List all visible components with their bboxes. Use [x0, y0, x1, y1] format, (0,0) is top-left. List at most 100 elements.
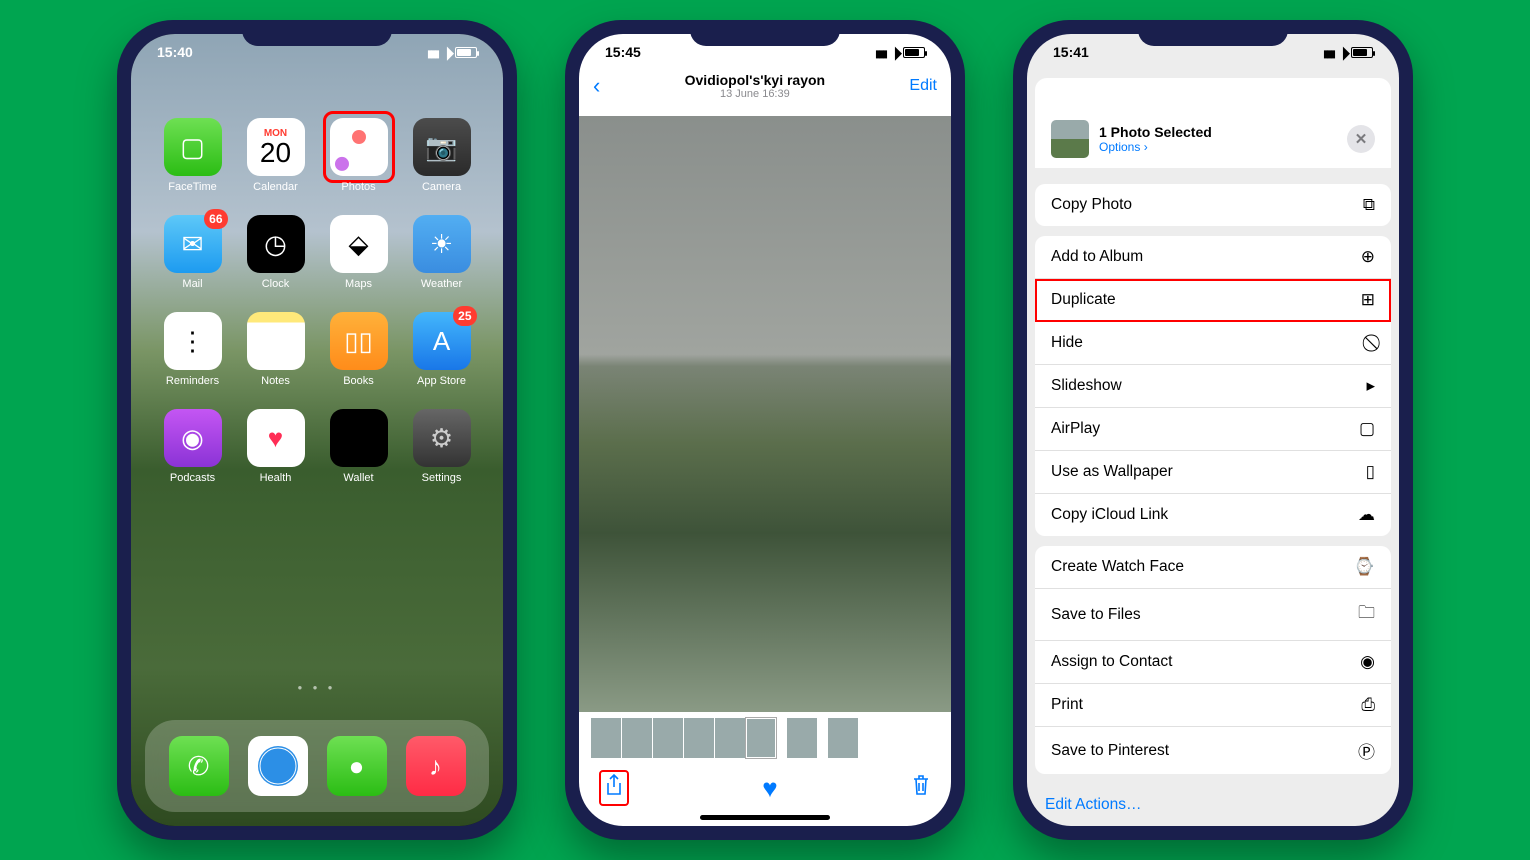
action-label: Save to Pinterest: [1051, 742, 1169, 760]
app-mail[interactable]: ✉66 Mail: [155, 215, 230, 290]
app-clock[interactable]: ◷Clock: [238, 215, 313, 290]
app-facetime[interactable]: ▢FaceTime: [155, 118, 230, 193]
action-label: Save to Files: [1051, 606, 1141, 624]
app-photos[interactable]: Photos: [321, 118, 396, 193]
app-notes[interactable]: Notes: [238, 312, 313, 387]
thumbnail-strip[interactable]: [579, 718, 951, 758]
home-indicator[interactable]: [700, 815, 830, 820]
back-button[interactable]: ‹: [593, 73, 600, 99]
action-save-to-files[interactable]: Save to Files 🗀: [1035, 589, 1391, 641]
mail-icon[interactable]: ✉66: [164, 215, 222, 273]
app-settings[interactable]: ⚙ Settings: [404, 409, 479, 484]
app-label: Notes: [261, 375, 290, 387]
app-safari[interactable]: [248, 736, 308, 796]
reminders-icon[interactable]: ⋮: [164, 312, 222, 370]
app-reminders[interactable]: ⋮Reminders: [155, 312, 230, 387]
facetime-icon[interactable]: ▢: [164, 118, 222, 176]
app-weather[interactable]: ☀ Weather: [404, 215, 479, 290]
status-time: 15:45: [605, 44, 641, 60]
photo-location-title: Ovidiopol's'kyi rayon: [600, 72, 909, 88]
music-icon[interactable]: ♪: [406, 736, 466, 796]
action-label: Print: [1051, 696, 1083, 714]
page-dots[interactable]: ● ● ●: [131, 683, 503, 692]
app-podcasts[interactable]: ◉ Podcasts: [155, 409, 230, 484]
action-copy-icloud-link[interactable]: Copy iCloud Link☁: [1035, 494, 1391, 536]
clock-icon[interactable]: ◷: [247, 215, 305, 273]
share-button[interactable]: [599, 770, 629, 806]
phone-icon[interactable]: ✆: [169, 736, 229, 796]
maps-icon[interactable]: ⬙: [330, 215, 388, 273]
favorite-button[interactable]: ♥: [762, 773, 777, 804]
settings-icon[interactable]: ⚙: [413, 409, 471, 467]
trash-button[interactable]: [911, 774, 931, 802]
calendar-icon[interactable]: MON20: [247, 118, 305, 176]
action-icon: ⊞: [1361, 290, 1375, 310]
action-icon: 🗀: [1358, 600, 1375, 629]
action-copy-photo[interactable]: Copy Photo⧉: [1035, 184, 1391, 226]
podcasts-icon[interactable]: ◉: [164, 409, 222, 467]
action-label: Duplicate: [1051, 291, 1116, 309]
app-label: Settings: [422, 472, 462, 484]
app-label: Health: [260, 472, 292, 484]
badge: 66: [204, 209, 227, 229]
action-icon: ⌚: [1354, 557, 1375, 577]
camera-icon[interactable]: 📷: [413, 118, 471, 176]
action-icon: ⧉: [1363, 195, 1375, 215]
action-add-to-album[interactable]: Add to Album⊕: [1035, 236, 1391, 279]
app-label: Podcasts: [170, 472, 215, 484]
app-maps[interactable]: ⬙Maps: [321, 215, 396, 290]
photos-icon[interactable]: [330, 118, 388, 176]
edit-actions-link[interactable]: Edit Actions…: [1027, 784, 1399, 826]
app-wallet[interactable]: —Wallet: [321, 409, 396, 484]
books-icon[interactable]: ▯▯: [330, 312, 388, 370]
action-duplicate[interactable]: Duplicate ⊞: [1035, 279, 1391, 322]
action-label: Add to Album: [1051, 248, 1143, 266]
app-books[interactable]: ▯▯Books: [321, 312, 396, 387]
app-label: Weather: [421, 278, 462, 290]
action-icon: ⎙: [1361, 695, 1375, 715]
close-button[interactable]: ✕: [1347, 125, 1375, 153]
action-create-watch-face[interactable]: Create Watch Face⌚: [1035, 546, 1391, 589]
messages-icon[interactable]: ●: [327, 736, 387, 796]
battery-icon: [903, 47, 925, 58]
signal-icon: [875, 44, 886, 60]
app-camera[interactable]: 📷Camera: [404, 118, 479, 193]
action-hide[interactable]: Hide⃠: [1035, 322, 1391, 365]
app-appstore[interactable]: A25 App Store: [404, 312, 479, 387]
action-slideshow[interactable]: Slideshow▸: [1035, 365, 1391, 408]
app-messages[interactable]: ●: [327, 736, 387, 796]
share-title: 1 Photo Selected: [1099, 124, 1212, 140]
app-label: Mail: [182, 278, 202, 290]
wifi-icon: [890, 44, 899, 60]
app-phone[interactable]: ✆: [169, 736, 229, 796]
app-calendar[interactable]: MON20 Calendar: [238, 118, 313, 193]
health-icon[interactable]: ♥: [247, 409, 305, 467]
action-label: AirPlay: [1051, 420, 1100, 438]
app-health[interactable]: ♥ Health: [238, 409, 313, 484]
safari-icon[interactable]: [248, 736, 308, 796]
action-icon: ▸: [1366, 376, 1375, 396]
action-icon: Ⓟ: [1358, 738, 1375, 763]
weather-icon[interactable]: ☀: [413, 215, 471, 273]
share-header: 1 Photo Selected Options › ✕: [1035, 78, 1391, 168]
action-airplay[interactable]: AirPlay▢: [1035, 408, 1391, 451]
wallet-icon[interactable]: —: [330, 409, 388, 467]
photo-preview[interactable]: [579, 116, 951, 712]
app-label: Calendar: [253, 181, 298, 193]
action-print[interactable]: Print ⎙: [1035, 684, 1391, 727]
app-label: App Store: [417, 375, 466, 387]
app-music[interactable]: ♪: [406, 736, 466, 796]
wifi-icon: [442, 44, 451, 60]
edit-button[interactable]: Edit: [909, 77, 937, 95]
notes-icon[interactable]: [247, 312, 305, 370]
action-use-as-wallpaper[interactable]: Use as Wallpaper▯: [1035, 451, 1391, 494]
signal-icon: [1323, 44, 1334, 60]
appstore-icon[interactable]: A25: [413, 312, 471, 370]
home-apps-grid: ▢FaceTime MON20 Calendar Photos📷Camera ✉66 Ma…: [131, 118, 503, 484]
action-assign-to-contact[interactable]: Assign to Contact ◉: [1035, 641, 1391, 684]
action-icon: ◉: [1360, 652, 1375, 672]
options-link[interactable]: Options ›: [1099, 140, 1212, 154]
action-save-to-pinterest[interactable]: Save to Pinterest Ⓟ: [1035, 727, 1391, 774]
status-time: 15:41: [1053, 44, 1089, 60]
action-label: Assign to Contact: [1051, 653, 1172, 671]
